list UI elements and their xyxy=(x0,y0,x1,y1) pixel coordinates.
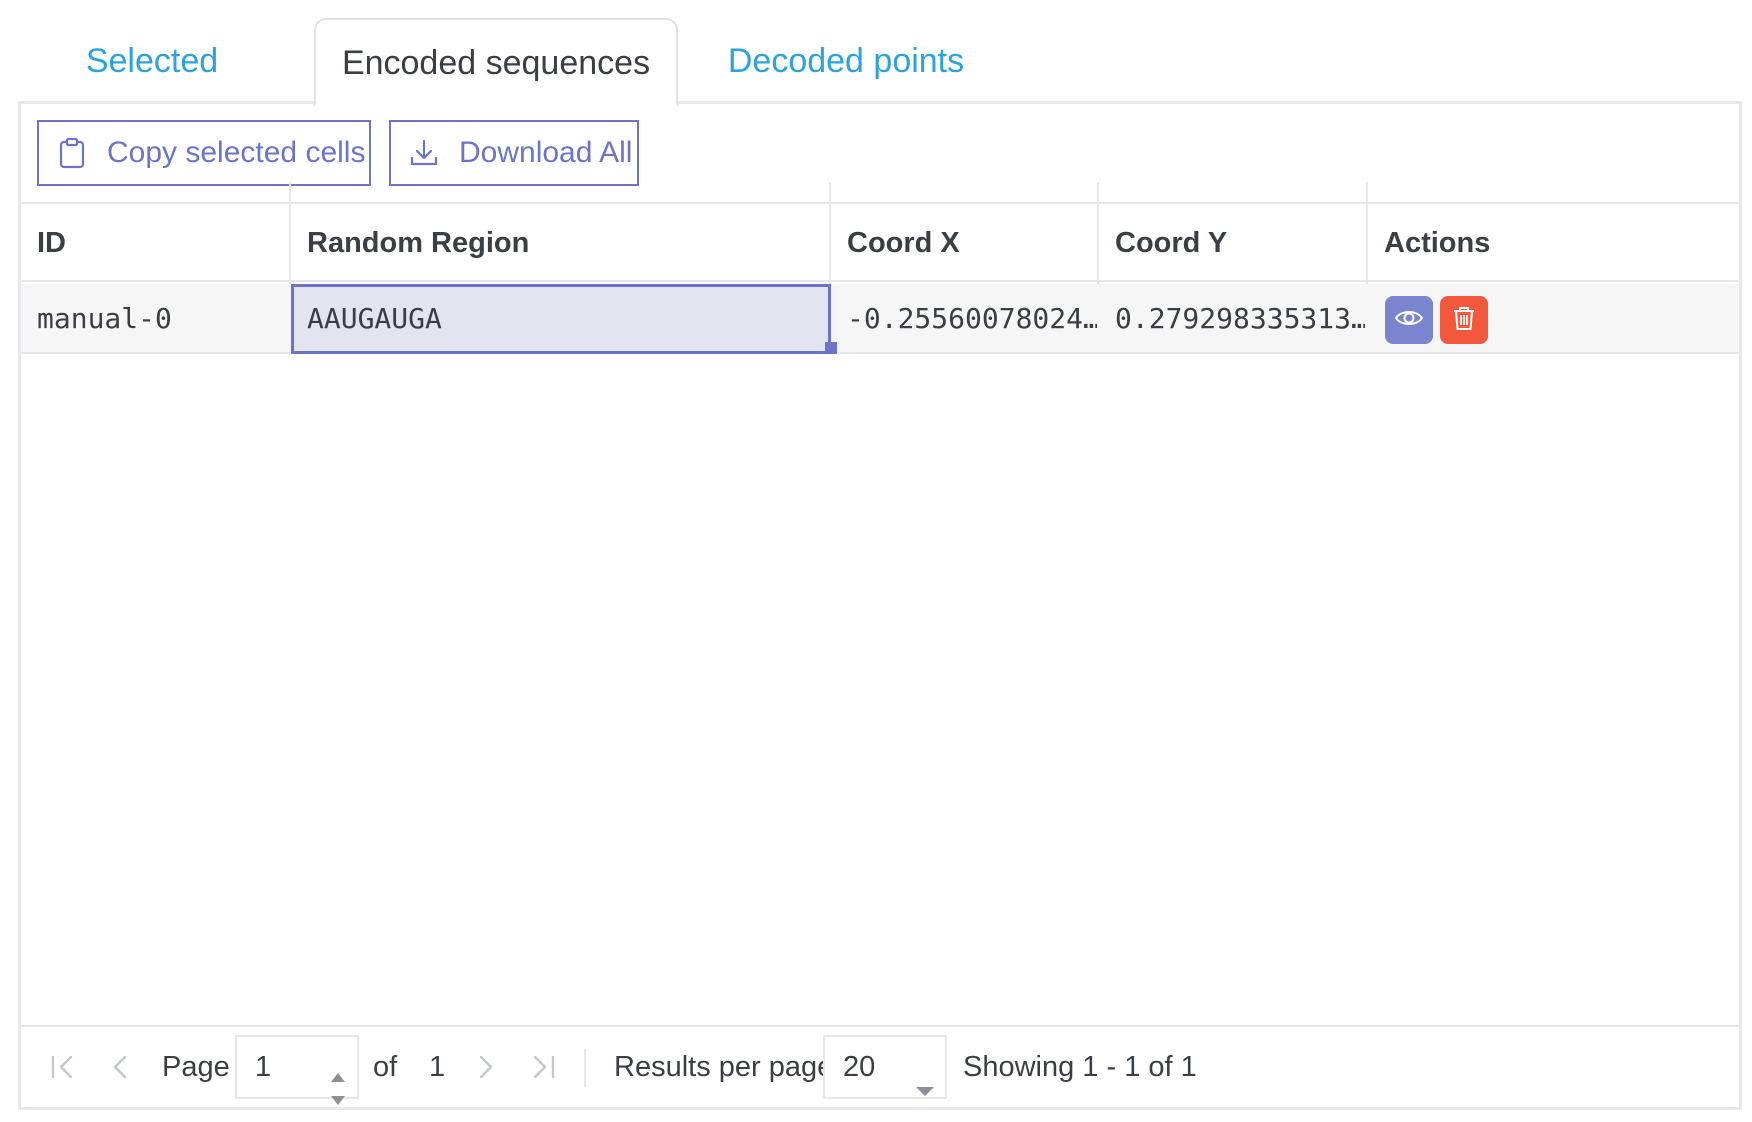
last-page-icon[interactable] xyxy=(527,1051,559,1083)
cell-coord-x[interactable]: -0.25560078024… xyxy=(831,284,1097,354)
cell-coord-y[interactable]: 0.279298335313… xyxy=(1099,284,1365,354)
eye-icon xyxy=(1394,303,1424,338)
divider xyxy=(584,1049,586,1087)
column-header-actions: Actions xyxy=(1384,227,1491,259)
results-per-page-select[interactable]: 20 xyxy=(823,1035,947,1099)
copy-selected-cells-button[interactable]: Copy selected cells xyxy=(37,120,371,186)
total-pages: 1 xyxy=(429,1051,446,1083)
showing-results-text: Showing 1 - 1 of 1 xyxy=(963,1051,1197,1083)
page-label: Page xyxy=(162,1051,230,1083)
tab-selected-points[interactable]: Selected points xyxy=(38,18,266,166)
of-label: of xyxy=(373,1051,398,1083)
caret-down-icon xyxy=(915,1059,935,1119)
tab-bar: Selected points Encoded sequences Decode… xyxy=(18,18,1742,166)
cell-id[interactable]: manual-0 xyxy=(21,284,289,354)
page-number-value: 1 xyxy=(255,1051,272,1083)
trash-icon xyxy=(1450,303,1478,338)
cell-random-region-selected[interactable]: AAUGAUGA xyxy=(291,284,831,354)
spinner-down-icon[interactable] xyxy=(329,1069,347,1122)
download-all-button[interactable]: Download All xyxy=(389,120,639,186)
encoded-sequences-panel: Copy selected cells Download All ID Rand… xyxy=(18,104,1742,1110)
clipboard-icon xyxy=(55,136,89,170)
tab-encoded-sequences[interactable]: Encoded sequences xyxy=(314,18,678,107)
tab-decoded-points[interactable]: Decoded points xyxy=(706,18,986,104)
view-button[interactable] xyxy=(1385,296,1433,344)
table-row[interactable]: manual-0 AAUGAUGA -0.25560078024… 0.2792… xyxy=(21,284,1739,354)
column-header-coord-x[interactable]: Coord X xyxy=(831,204,1101,282)
results-per-page-label: Results per page xyxy=(614,1051,834,1083)
download-icon xyxy=(407,136,441,170)
results-per-page-value: 20 xyxy=(843,1051,876,1083)
copy-selected-cells-label: Copy selected cells xyxy=(107,136,366,169)
column-header-id[interactable]: ID xyxy=(21,204,291,282)
page-number-input[interactable]: 1 xyxy=(235,1035,359,1105)
toolbar: Copy selected cells Download All xyxy=(21,104,1739,204)
next-page-icon[interactable] xyxy=(469,1051,501,1083)
prev-page-icon[interactable] xyxy=(105,1051,137,1083)
delete-button[interactable] xyxy=(1440,296,1488,344)
pagination-bar: Page 1 of 1 Results per page 20 Showing … xyxy=(21,1025,1739,1107)
table-header: ID Random Region Coord X Coord Y Actions xyxy=(21,204,1739,282)
column-header-coord-y[interactable]: Coord Y xyxy=(1099,204,1369,282)
download-all-label: Download All xyxy=(459,136,633,169)
first-page-icon[interactable] xyxy=(47,1051,79,1083)
column-header-random-region[interactable]: Random Region xyxy=(291,204,831,282)
